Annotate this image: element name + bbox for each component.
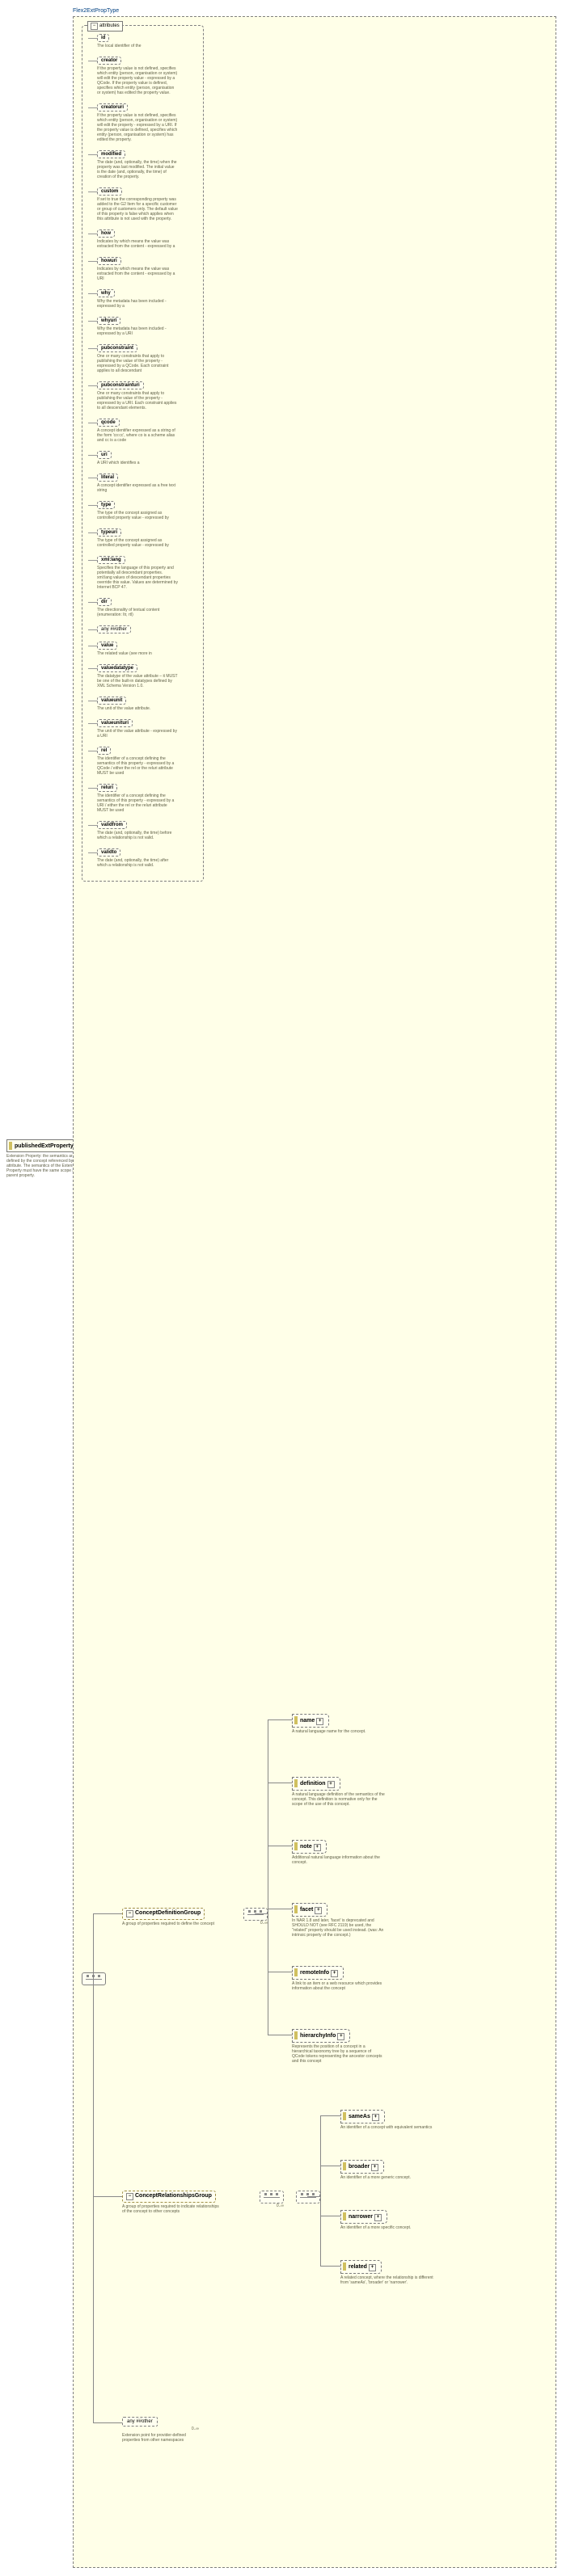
attr-validto: validtoThe date (and, optionally, the ti… bbox=[97, 848, 198, 868]
attr-xml:lang: xml:langSpecifies the language of this p… bbox=[97, 556, 198, 590]
attr-why: whyWhy the metadata has been included - … bbox=[97, 289, 198, 309]
attr-any_other: any ##other bbox=[97, 625, 198, 633]
type-container: −attributes idThe local identifier of th… bbox=[73, 16, 556, 2568]
attr-value: valueThe related value (see more in bbox=[97, 642, 198, 656]
attr-howuri: howuriIndicates by which means the value… bbox=[97, 257, 198, 281]
attr-typeuri: typeuriThe type of the concept assigned … bbox=[97, 528, 198, 548]
any-other-element: any ##other 0..∞ Extension point for pro… bbox=[122, 2417, 199, 2443]
attr-validfrom: validfromThe date (and, optionally, the … bbox=[97, 821, 198, 840]
attr-valuedatatype: valuedatatypeThe datatype of the value a… bbox=[97, 664, 198, 688]
concept-rel-desc: A group of properties required to indica… bbox=[122, 2204, 219, 2214]
attr-id: idThe local identifier of the bbox=[97, 34, 198, 48]
concept-def-seq: 0..∞ bbox=[243, 1908, 268, 1926]
attr-qcode: qcodeA concept identifier expressed as a… bbox=[97, 419, 198, 443]
attr-whyuri: whyuriWhy the metadata has been included… bbox=[97, 317, 198, 336]
concept-rel-child-related: related+A related concept, where the rel… bbox=[340, 2260, 433, 2285]
type-name: Flex2ExtPropType bbox=[73, 8, 575, 14]
concept-def-child-remoteInfo: remoteInfo+A link to an item or a web re… bbox=[292, 1966, 385, 1991]
attr-how: howIndicates by which means the value wa… bbox=[97, 229, 198, 249]
attr-custom: customIf set to true the corresponding p… bbox=[97, 187, 198, 221]
attr-literal: literalA concept identifier expressed as… bbox=[97, 474, 198, 493]
concept-rel-choice bbox=[296, 2191, 320, 2203]
concept-rel-child-broader: broader+An identifier of a more generic … bbox=[340, 2160, 411, 2180]
concept-rel-child-sameAs: sameAs+An identifier of a concept with e… bbox=[340, 2110, 432, 2130]
attr-valueunit: valueunitThe unit of the value attribute… bbox=[97, 697, 198, 711]
attr-pubconstraint: pubconstraintOne or many constraints tha… bbox=[97, 344, 198, 373]
attributes-header[interactable]: −attributes bbox=[87, 21, 123, 32]
concept-definition-group: −ConceptDefinitionGroup A group of prope… bbox=[122, 1908, 214, 1926]
attr-creatoruri: creatoruriIf the property value is not d… bbox=[97, 103, 198, 142]
attributes-box: −attributes idThe local identifier of th… bbox=[82, 25, 204, 882]
main-sequence bbox=[82, 1972, 106, 1985]
attr-reluri: reluriThe identifier of a concept defini… bbox=[97, 784, 198, 813]
concept-rel-child-narrower: narrower+An identifier of a more specifi… bbox=[340, 2210, 411, 2230]
concept-def-child-hierarchyInfo: hierarchyInfo+Represents the position of… bbox=[292, 2029, 385, 2064]
concept-def-child-facet: facet+In NAR 1.8 and later, 'facet' is d… bbox=[292, 1903, 385, 1938]
attr-creator: creatorIf the property value is not defi… bbox=[97, 57, 198, 95]
attr-modified: modifiedThe date (and, optionally, the t… bbox=[97, 150, 198, 179]
attr-uri: uriA URI which identifies a bbox=[97, 451, 198, 465]
attr-valueunituri: valueunituriThe unit of the value attrib… bbox=[97, 719, 198, 739]
attr-dir: dirThe directionality of textual content… bbox=[97, 598, 198, 617]
concept-rel-seq: 0..∞ bbox=[260, 2191, 284, 2208]
concept-def-child-note: note+Additional natural language informa… bbox=[292, 1840, 385, 1865]
concept-def-child-name: name+A natural language name for the con… bbox=[292, 1714, 365, 1734]
attr-rel: relThe identifier of a concept defining … bbox=[97, 747, 198, 776]
concept-relationships-group: −ConceptRelationshipsGroup A group of pr… bbox=[122, 2191, 219, 2214]
attr-type: typeThe type of the concept assigned as … bbox=[97, 501, 198, 520]
concept-def-child-definition: definition+A natural language definition… bbox=[292, 1777, 385, 1807]
root-label: publishedExtProperty bbox=[15, 1143, 74, 1149]
attr-pubconstrainturi: pubconstrainturiOne or many constraints … bbox=[97, 381, 198, 410]
concept-def-desc: A group of properties required to define… bbox=[122, 1921, 214, 1926]
